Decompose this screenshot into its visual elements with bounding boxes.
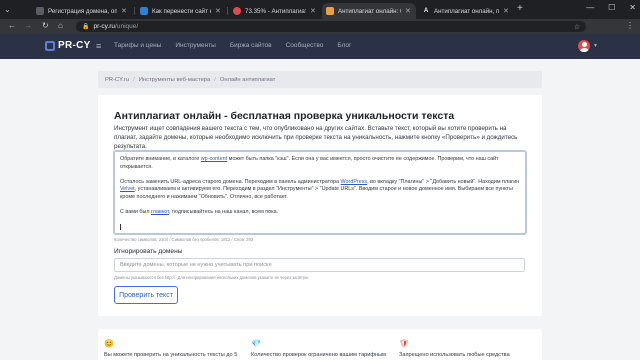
url-path: /unique/ (115, 23, 139, 30)
tab-title: 73.35% - Антиплагиат онлайн (245, 7, 306, 15)
tab-favicon-icon: A (422, 7, 430, 15)
tab-separator (134, 7, 135, 15)
text-fragment: , устанавливаем и активируем его. Перехо… (120, 186, 513, 200)
close-window-icon[interactable]: ✕ (629, 3, 636, 12)
tab-favicon-icon (326, 7, 334, 15)
tab-separator (227, 7, 228, 15)
nav-item-blog[interactable]: Блог (337, 42, 351, 49)
text-fragment: , подписывайтесь на наш канал, всем пока… (169, 209, 279, 216)
text-input-area[interactable]: Обратите внимание, в каталоге wp-content… (113, 150, 527, 235)
tab-title: Как перенести сайт на WordPress (152, 7, 211, 15)
breadcrumb-tools[interactable]: Инструменты веб-мастера (139, 77, 211, 83)
browser-toolbar: ← → ↻ ⌂ 🔒 pr-cy.ru/unique/ ☆ ⋮ (0, 19, 640, 34)
site-logo[interactable]: PR-CY (45, 40, 91, 51)
window-controls: — ☐ ✕ (586, 3, 636, 12)
url-text: pr-cy.ru/unique/ (93, 23, 138, 30)
address-bar[interactable]: 🔒 pr-cy.ru/unique/ ☆ (76, 21, 586, 32)
browser-tab-1[interactable]: Регистрация домена, оплата ✕ (32, 3, 132, 19)
text-fragment: Обратите внимание, в каталоге (120, 156, 201, 162)
reload-icon[interactable]: ↻ (42, 21, 49, 31)
text-fragment: , во вкладку "Плагины" > "Добавить новый… (367, 178, 520, 185)
check-text-button[interactable]: Проверить текст (114, 286, 178, 304)
text-fragment: Осталось заменить URL-адреса старого дом… (120, 178, 341, 185)
close-icon[interactable]: ✕ (121, 7, 128, 15)
text-link[interactable]: главкот (151, 209, 169, 215)
logo-text: PR-CY (58, 40, 91, 51)
ignore-domains-input[interactable]: Введите домены, которые не нужно учитыва… (114, 258, 525, 272)
tab-favicon-icon (36, 7, 44, 15)
maximize-icon[interactable]: ☐ (608, 3, 615, 12)
chevron-down-icon: ⌄ (4, 4, 11, 14)
close-icon[interactable]: ✕ (405, 7, 412, 15)
avatar[interactable] (578, 40, 590, 52)
nav-item-exchange[interactable]: Биржа сайтов (230, 42, 272, 49)
feature-item: 💎 Количество проверок ограничено вашим т… (251, 339, 391, 358)
home-icon[interactable]: ⌂ (58, 21, 63, 31)
ignore-domains-label: Игнорировать домены (114, 248, 183, 255)
features-strip: 😊 Вы можете проверить на уникальность те… (98, 329, 542, 360)
tab-title: Регистрация домена, оплата (48, 7, 117, 15)
feature-item: 😊 Вы можете проверить на уникальность те… (104, 339, 244, 358)
text-paragraph: Обратите внимание, в каталоге wp-content… (120, 156, 520, 171)
top-nav: Тарифы и цены Инструменты Биржа сайтов С… (114, 42, 351, 49)
text-link[interactable]: WordPress (341, 179, 368, 185)
minimize-icon[interactable]: — (586, 3, 594, 12)
url-host: pr-cy.ru (93, 23, 116, 30)
character-counts: Количество символов: 2104 / Символов без… (114, 237, 254, 242)
back-arrow-icon[interactable]: ← (8, 21, 16, 31)
smile-icon: 😊 (104, 339, 114, 348)
bookmark-star-icon[interactable]: ☆ (574, 23, 580, 31)
breadcrumb-separator: / (133, 76, 135, 83)
breadcrumb-current: Онлайн антиплагиат (219, 76, 276, 83)
breadcrumb-separator: / (214, 76, 216, 83)
close-icon[interactable]: ✕ (215, 7, 222, 15)
logo-mark-icon (45, 40, 55, 51)
tab-title: Антиплагиат онлайн: бесп (338, 7, 401, 15)
text-link[interactable]: wp-content (201, 156, 227, 162)
close-icon[interactable]: ✕ (310, 7, 317, 15)
text-paragraph: Осталось заменить URL-адреса старого дом… (120, 179, 520, 202)
shield-icon: 🛡 (399, 339, 410, 348)
page-title: Антиплагиат онлайн - бесплатная проверка… (114, 110, 455, 122)
tab-favicon-icon (140, 7, 148, 15)
browser-tab-2[interactable]: Как перенести сайт на WordPress ✕ (136, 3, 226, 19)
browser-tab-active[interactable]: Антиплагиат онлайн: бесп ✕ (322, 3, 416, 19)
caret-down-icon[interactable]: ▼ (593, 43, 598, 49)
close-icon[interactable]: ✕ (503, 7, 510, 15)
nav-item-tools[interactable]: Инструменты (175, 42, 216, 49)
lock-icon: 🔒 (82, 24, 90, 30)
ignore-domains-hint: Домены указываются без http://. Для игно… (114, 275, 310, 280)
new-tab-plus-icon[interactable]: + (517, 4, 523, 14)
hamburger-menu-icon[interactable]: ≡ (96, 41, 101, 51)
feature-item: 🛡 Запрещено использовать любые средства (399, 339, 539, 358)
feature-text: Вы можете проверить на уникальность текс… (104, 352, 238, 358)
site-header: PR-CY ≡ Тарифы и цены Инструменты Биржа … (0, 34, 640, 59)
browser-menu-icon[interactable]: ⋮ (626, 21, 634, 30)
tab-title: Антиплагиат онлайн, провер (434, 7, 499, 15)
tab-favicon-icon (233, 7, 241, 15)
browser-tab-5[interactable]: A Антиплагиат онлайн, провер ✕ (418, 3, 514, 19)
feature-text: Количество проверок ограничено вашим тар… (251, 352, 386, 358)
feature-text: Запрещено использовать любые средства (399, 352, 510, 358)
text-cursor (120, 224, 121, 231)
nav-item-community[interactable]: Сообщество (286, 42, 324, 49)
browser-tab-3[interactable]: 73.35% - Антиплагиат онлайн ✕ (229, 3, 321, 19)
text-paragraph: С вами был главкот, подписывайтесь на на… (120, 209, 520, 217)
nav-item-pricing[interactable]: Тарифы и цены (114, 42, 161, 49)
antiplagiat-card: Антиплагиат онлайн - бесплатная проверка… (98, 95, 542, 316)
breadcrumb-home[interactable]: PR-CY.ru (105, 77, 129, 83)
tab-search-button[interactable]: ⌄ (4, 3, 28, 16)
forward-arrow-icon[interactable]: → (24, 21, 32, 31)
diamond-icon: 💎 (251, 339, 261, 348)
text-link[interactable]: Velvet (120, 186, 135, 192)
browser-tab-strip: ⌄ Регистрация домена, оплата ✕ Как перен… (0, 0, 640, 19)
breadcrumb: PR-CY.ru / Инструменты веб-мастера / Онл… (98, 71, 542, 88)
page-description: Инструмент ищет совпадения вашего текста… (114, 125, 518, 150)
text-fragment: С вами был (120, 209, 152, 216)
